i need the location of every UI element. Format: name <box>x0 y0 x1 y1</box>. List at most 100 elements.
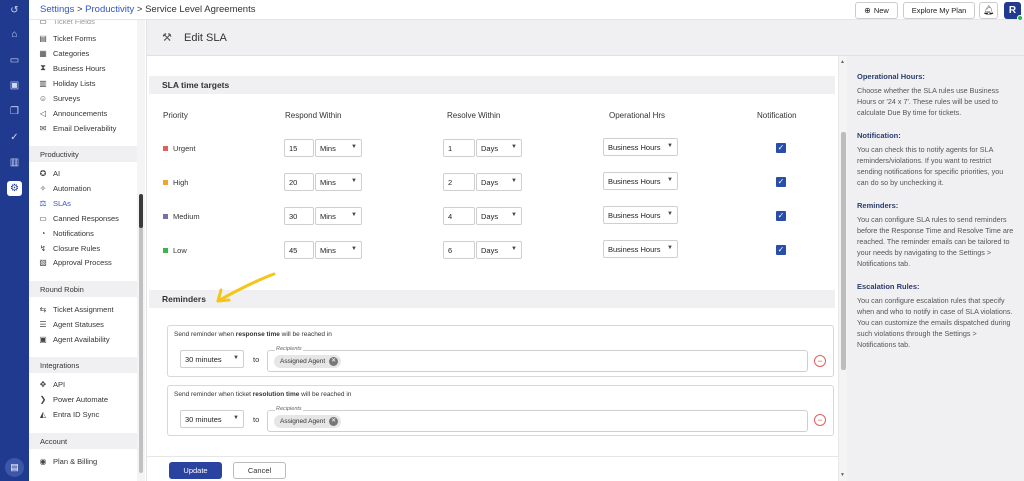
chevron-down-icon: ▼ <box>511 144 517 150</box>
sidebar-item-notifications[interactable]: ◔ Notifications <box>37 226 94 240</box>
sidebar-scrollbar[interactable] <box>137 20 145 481</box>
sidebar-item-label: Approval Process <box>53 257 112 267</box>
resolve-value-input[interactable]: 2 <box>443 173 475 191</box>
resolve-value-input[interactable]: 1 <box>443 139 475 157</box>
sidebar-item-email-deliverability[interactable]: ✉ Email Deliverability <box>37 121 117 135</box>
sidebar-item-power-automate[interactable]: ❯ Power Automate <box>37 392 108 406</box>
ai-icon: ✪ <box>39 168 47 178</box>
chat-icon[interactable]: ▤ <box>5 458 24 477</box>
new-button[interactable]: ⊕ New <box>855 2 898 19</box>
recipients-field[interactable]: Recipients Assigned Agent ✕ <box>267 406 808 432</box>
sidebar-item-canned-responses[interactable]: ▭ Canned Responses <box>37 211 119 225</box>
sidebar-item-entra-id-sync[interactable]: ◭ Entra ID Sync <box>37 407 99 421</box>
sidebar-item-label: Categories <box>53 48 90 58</box>
resolve-unit-select[interactable]: Days ▼ <box>476 139 522 157</box>
respond-value-input[interactable]: 30 <box>284 207 314 225</box>
explore-plan-button[interactable]: Explore My Plan <box>903 2 975 19</box>
to-label: to <box>253 415 260 424</box>
sidebar-item-api[interactable]: ✥ API <box>37 377 65 391</box>
respond-value-input[interactable]: 20 <box>284 173 314 191</box>
sidebar-scroll-thumb[interactable] <box>139 194 143 228</box>
sidebar-item-agent-availability[interactable]: ▣ Agent Availability <box>37 332 109 346</box>
contacts-icon[interactable]: ▣ <box>7 78 22 93</box>
avatar-initial: R <box>1008 5 1017 16</box>
api-icon: ✥ <box>39 379 47 389</box>
respond-unit-select[interactable]: Mins ▼ <box>315 173 362 191</box>
sidebar-item-automation[interactable]: ✧ Automation <box>37 181 91 195</box>
resolve-unit-select[interactable]: Days ▼ <box>476 173 522 191</box>
page-header: ⚒ Edit SLA <box>147 20 1024 56</box>
notification-checkbox[interactable]: ✓ <box>776 177 786 187</box>
section-heading: Reminders <box>162 294 206 304</box>
respond-unit-select[interactable]: Mins ▼ <box>315 139 362 157</box>
breadcrumb-settings[interactable]: Settings <box>40 4 74 15</box>
update-button[interactable]: Update <box>169 462 222 479</box>
tickets-icon[interactable]: ▭ <box>7 53 22 68</box>
reminder-time-select[interactable]: 30 minutes ▼ <box>180 350 244 368</box>
knowledge-icon[interactable]: ❐ <box>7 104 22 119</box>
scroll-down-icon[interactable]: ▼ <box>840 472 845 478</box>
respond-unit-select[interactable]: Mins ▼ <box>315 207 362 225</box>
sla-form: SLA time targets Priority Respond Within… <box>147 56 838 481</box>
sidebar-item-agent-statuses[interactable]: ☰ Agent Statuses <box>37 317 103 331</box>
sidebar-item-approval-process[interactable]: ▧ Approval Process <box>37 255 112 269</box>
tasks-icon[interactable]: ✓ <box>7 130 22 145</box>
operational-hours-select[interactable]: Business Hours ▼ <box>603 138 678 156</box>
bell-icon[interactable]: 🔔︎ <box>979 2 998 19</box>
reports-icon[interactable]: ▥ <box>7 155 22 170</box>
close-icon[interactable]: ✕ <box>329 357 339 366</box>
respond-value-input[interactable]: 45 <box>284 241 314 259</box>
operational-hours-select[interactable]: Business Hours ▼ <box>603 172 678 190</box>
sidebar-item-categories[interactable]: ▦ Categories <box>37 46 89 60</box>
column-header-priority: Priority <box>163 111 188 120</box>
sidebar-item-holiday-lists[interactable]: ▥ Holiday Lists <box>37 76 95 90</box>
remove-reminder-icon[interactable]: − <box>814 414 826 426</box>
notification-checkbox[interactable]: ✓ <box>776 245 786 255</box>
sidebar-item-ticket-assignment[interactable]: ⇆ Ticket Assignment <box>37 302 114 316</box>
respond-value-input[interactable]: 15 <box>284 139 314 157</box>
recipients-field[interactable]: Recipients Assigned Agent ✕ <box>267 346 808 372</box>
sidebar-item-business-hours[interactable]: ⧗ Business Hours <box>37 61 105 75</box>
main-scroll-thumb[interactable] <box>841 132 846 370</box>
scroll-up-icon[interactable]: ▲ <box>840 59 845 65</box>
logo-icon[interactable]: ↺ <box>7 3 22 18</box>
resolve-unit-select[interactable]: Days ▼ <box>476 207 522 225</box>
help-body-escalation: You can configure escalation rules that … <box>857 296 1013 349</box>
notification-checkbox[interactable]: ✓ <box>776 211 786 221</box>
resolve-value-input[interactable]: 4 <box>443 207 475 225</box>
sidebar-item-plan-billing[interactable]: ◉ Plan & Billing <box>37 454 98 468</box>
chip-label: Assigned Agent <box>280 418 326 425</box>
priority-label: High <box>163 178 188 187</box>
respond-unit-select[interactable]: Mins ▼ <box>315 241 362 259</box>
operational-hours-select[interactable]: Business Hours ▼ <box>603 206 678 224</box>
sidebar-item-announcements[interactable]: ◁ Announcements <box>37 106 107 120</box>
sidebar-item-ai[interactable]: ✪ AI <box>37 166 60 180</box>
avatar[interactable]: R <box>1004 2 1023 21</box>
settings-icon[interactable]: ⚙ <box>7 181 22 196</box>
sidebar-section-productivity: Productivity <box>29 146 137 162</box>
resolve-unit-select[interactable]: Days ▼ <box>476 241 522 259</box>
reminder-time-select[interactable]: 30 minutes ▼ <box>180 410 244 428</box>
sidebar-item-label: SLAs <box>53 198 71 208</box>
sidebar-item-slas[interactable]: ⚖ SLAs <box>37 196 71 210</box>
sidebar-scroll-track-thumb[interactable] <box>139 195 143 473</box>
select-value: Business Hours <box>608 210 661 220</box>
sidebar-item-closure-rules[interactable]: ↯ Closure Rules <box>37 241 100 255</box>
operational-hours-select[interactable]: Business Hours ▼ <box>603 240 678 258</box>
assign-icon: ⇆ <box>39 304 47 314</box>
home-icon[interactable]: ⌂ <box>7 27 22 42</box>
main-scrollbar[interactable]: ▲ ▼ <box>838 56 847 481</box>
sidebar-item-ticket-forms[interactable]: ▤ Ticket Forms <box>37 31 96 45</box>
sidebar-item-surveys[interactable]: ☺ Surveys <box>37 91 80 105</box>
resolve-value-input[interactable]: 6 <box>443 241 475 259</box>
input-value: 30 <box>289 211 298 221</box>
close-icon[interactable]: ✕ <box>329 417 339 426</box>
notification-checkbox[interactable]: ✓ <box>776 143 786 153</box>
update-button-label: Update <box>183 466 208 475</box>
breadcrumb-productivity[interactable]: Productivity <box>85 4 134 15</box>
sidebar-item-cutoff[interactable]: ▭ Ticket Fields <box>37 20 95 28</box>
breadcrumb-separator: > <box>134 4 146 15</box>
remove-reminder-icon[interactable]: − <box>814 355 826 367</box>
cancel-button[interactable]: Cancel <box>233 462 286 479</box>
canned-icon: ▭ <box>39 213 47 223</box>
